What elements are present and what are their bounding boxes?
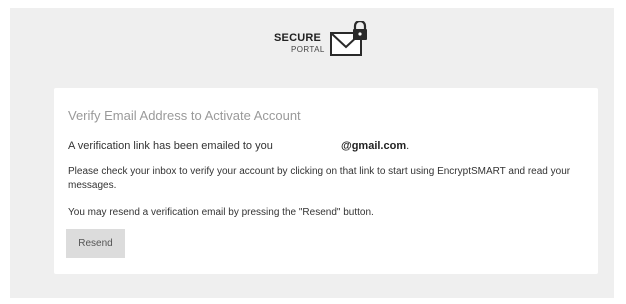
resend-button[interactable]: Resend xyxy=(66,229,125,258)
secure-portal-logo: SECURE PORTAL xyxy=(271,21,391,65)
logo-text-portal: PORTAL xyxy=(291,45,325,54)
card-title: Verify Email Address to Activate Account xyxy=(68,108,301,123)
logo-text-secure: SECURE xyxy=(274,32,322,44)
email-domain: @gmail.com xyxy=(340,140,407,152)
sent-suffix: . xyxy=(406,140,410,152)
verification-card: Verify Email Address to Activate Account… xyxy=(54,88,598,274)
envelope-lock-icon xyxy=(330,21,367,56)
instructions-text: Please check your inbox to verify your a… xyxy=(68,166,571,191)
sent-text: A verification link has been emailed to … xyxy=(68,140,273,152)
resend-hint-text: You may resend a verification email by p… xyxy=(68,207,374,218)
verification-sent-message: A verification link has been emailed to … xyxy=(68,140,409,152)
